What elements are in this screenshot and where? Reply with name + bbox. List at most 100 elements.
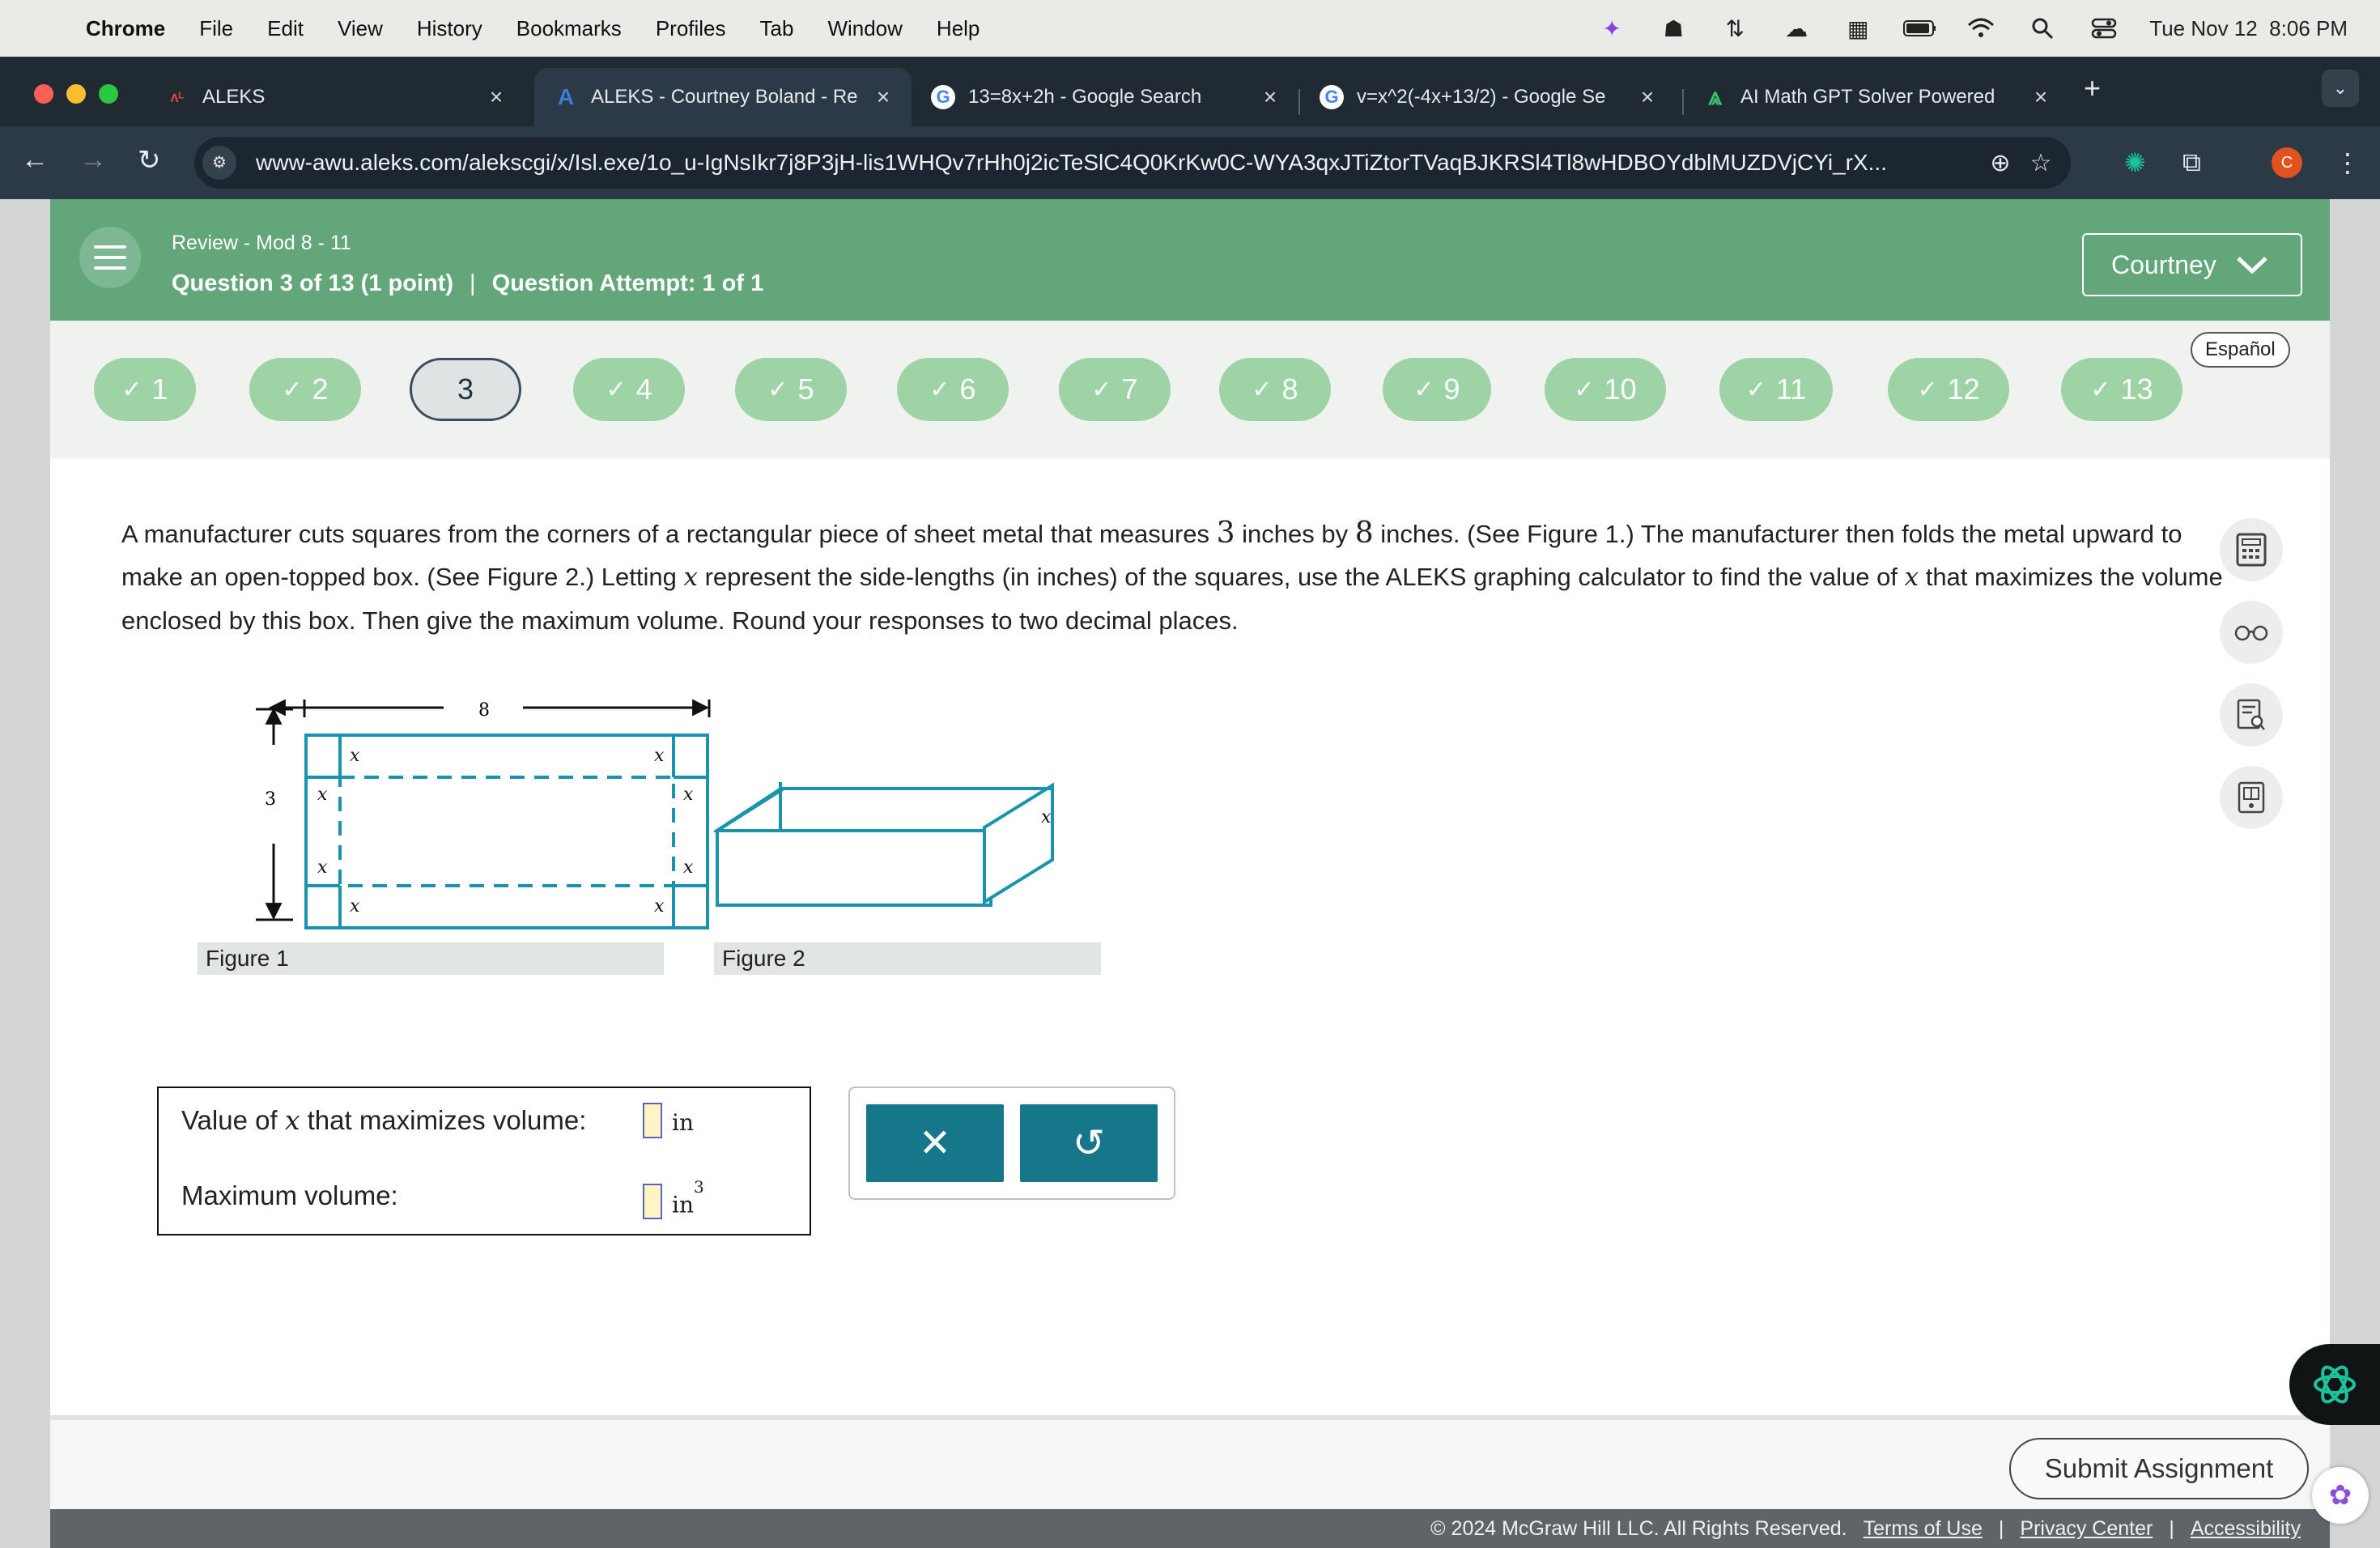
audio-tray-icon[interactable]: ▦ bbox=[1842, 15, 1874, 42]
close-icon[interactable]: × bbox=[2029, 84, 2053, 110]
tab-search-chevron-icon[interactable]: ⌄ bbox=[2322, 70, 2359, 107]
accessibility-link[interactable]: Accessibility bbox=[2191, 1517, 2301, 1541]
tab-ai-math[interactable]: ⩓ AI Math GPT Solver Powered × bbox=[1684, 68, 2069, 126]
tab-aleks-courtney[interactable]: A ALEKS - Courtney Boland - Re × bbox=[534, 68, 912, 126]
menu-window[interactable]: Window bbox=[827, 16, 902, 41]
reload-icon[interactable]: ↻ bbox=[138, 144, 161, 176]
undo-button[interactable]: ↺ bbox=[1020, 1104, 1158, 1182]
hamburger-menu-icon[interactable] bbox=[79, 227, 141, 288]
menubar-clock[interactable]: Tue Nov 12 8:06 PM bbox=[2149, 16, 2348, 41]
question-pill-6[interactable]: ✓ 6 bbox=[897, 358, 1009, 421]
question-pill-10[interactable]: ✓ 10 bbox=[1545, 358, 1666, 421]
browser-tab-strip: ᴧᴸ ALEKS × A ALEKS - Courtney Boland - R… bbox=[0, 57, 2380, 126]
zoom-icon[interactable]: ⊕ bbox=[1980, 149, 2021, 177]
calculator-icon[interactable] bbox=[2220, 518, 2283, 581]
menu-profiles[interactable]: Profiles bbox=[656, 16, 726, 41]
site-info-icon[interactable]: ⚙ bbox=[202, 146, 236, 180]
question-pill-12[interactable]: ✓ 12 bbox=[1888, 358, 2009, 421]
menu-view[interactable]: View bbox=[338, 16, 383, 41]
corner-x-label: x bbox=[654, 896, 665, 916]
new-tab-plus-icon[interactable]: + bbox=[2084, 71, 2101, 105]
forward-arrow-icon[interactable]: → bbox=[79, 144, 107, 176]
answer-panel: Value of x that maximizes volume: in Max… bbox=[157, 1087, 811, 1235]
url-text[interactable]: www-awu.aleks.com/alekscgi/x/Isl.exe/1o_… bbox=[256, 150, 1980, 176]
figure-1-diagram: 8 3 x x x x x x x x bbox=[256, 699, 711, 929]
window-close-button[interactable] bbox=[34, 84, 53, 104]
corner-x-label: x bbox=[654, 746, 665, 766]
figure-1-width-label: 8 bbox=[478, 700, 490, 721]
extensions-puzzle-icon[interactable]: ⧉ bbox=[2182, 147, 2201, 178]
notes-search-icon[interactable] bbox=[2220, 683, 2283, 746]
textbook-icon[interactable] bbox=[2220, 766, 2283, 829]
privacy-center-link[interactable]: Privacy Center bbox=[2020, 1517, 2153, 1541]
browser-toolbar: ← → ↻ ⚙ www-awu.aleks.com/alekscgi/x/Isl… bbox=[0, 126, 2380, 199]
max-volume-input[interactable] bbox=[643, 1184, 662, 1219]
menu-file[interactable]: File bbox=[199, 16, 233, 41]
tab-google-search-1[interactable]: G 13=8x+2h - Google Search × bbox=[912, 68, 1298, 126]
submit-assignment-button[interactable]: Submit Assignment bbox=[2009, 1438, 2309, 1499]
question-pill-13[interactable]: ✓ 13 bbox=[2061, 358, 2182, 421]
close-icon[interactable]: × bbox=[484, 84, 508, 110]
chatgpt-extension-icon[interactable]: ✺ bbox=[2124, 147, 2146, 178]
menu-history[interactable]: History bbox=[417, 16, 482, 41]
question-pill-3[interactable]: 3 bbox=[410, 358, 521, 421]
wifi-icon[interactable] bbox=[1965, 15, 1997, 42]
close-icon[interactable]: × bbox=[1258, 84, 1282, 110]
check-icon: ✓ bbox=[1091, 376, 1112, 403]
aleks-header: Review - Mod 8 - 11 Question 3 of 13 (1 … bbox=[50, 199, 2330, 321]
figure-1-caption: Figure 1 bbox=[198, 942, 664, 975]
kebab-menu-icon[interactable]: ⋮ bbox=[2335, 147, 2361, 178]
ai-brain-floating-icon[interactable]: ✿ bbox=[2312, 1467, 2369, 1524]
reading-glasses-icon[interactable] bbox=[2220, 601, 2283, 664]
submit-bar: Submit Assignment bbox=[50, 1415, 2330, 1509]
window-zoom-button[interactable] bbox=[99, 84, 118, 104]
window-minimize-button[interactable] bbox=[66, 84, 86, 104]
check-icon: ✓ bbox=[767, 376, 788, 403]
spotlight-search-icon[interactable] bbox=[2026, 15, 2059, 42]
back-arrow-icon[interactable]: ← bbox=[21, 144, 49, 176]
question-pill-1[interactable]: ✓ 1 bbox=[94, 358, 196, 421]
chatgpt-floating-icon[interactable] bbox=[2289, 1344, 2380, 1425]
question-pill-5[interactable]: ✓ 5 bbox=[735, 358, 847, 421]
close-icon[interactable]: × bbox=[871, 84, 895, 110]
question-pill-4[interactable]: ✓ 4 bbox=[573, 358, 685, 421]
question-pill-2[interactable]: ✓ 2 bbox=[249, 358, 361, 421]
menu-edit[interactable]: Edit bbox=[267, 16, 304, 41]
app-tray-icon[interactable]: ✦ bbox=[1596, 15, 1628, 42]
question-pill-8[interactable]: ✓ 8 bbox=[1219, 358, 1331, 421]
user-menu-button[interactable]: Courtney bbox=[2082, 233, 2302, 296]
aleks-page: Review - Mod 8 - 11 Question 3 of 13 (1 … bbox=[50, 199, 2330, 1548]
max-volume-label: Maximum volume: bbox=[181, 1180, 398, 1210]
menu-help[interactable]: Help bbox=[937, 16, 980, 41]
question-pill-7[interactable]: ✓ 7 bbox=[1059, 358, 1171, 421]
corner-x-label: x bbox=[317, 785, 328, 805]
x-value-input[interactable] bbox=[643, 1103, 662, 1138]
creative-cloud-icon[interactable]: ☁ bbox=[1780, 15, 1813, 42]
figure-1-height-label: 3 bbox=[265, 789, 276, 810]
battery-icon[interactable] bbox=[1903, 15, 1936, 42]
question-info: Question 3 of 13 (1 point) | Question At… bbox=[172, 270, 763, 297]
info-separator: | bbox=[470, 270, 476, 296]
cat-tray-icon[interactable]: ☗ bbox=[1657, 15, 1689, 42]
menu-bookmarks[interactable]: Bookmarks bbox=[516, 16, 622, 41]
user-name: Courtney bbox=[2111, 249, 2216, 279]
tab-aleks[interactable]: ᴧᴸ ALEKS × bbox=[146, 68, 525, 126]
menu-chrome[interactable]: Chrome bbox=[86, 16, 165, 41]
check-icon: ✓ bbox=[1574, 376, 1595, 403]
control-center-icon[interactable] bbox=[2088, 15, 2120, 42]
terms-of-use-link[interactable]: Terms of Use bbox=[1864, 1517, 1983, 1541]
profile-avatar[interactable]: C bbox=[2272, 147, 2302, 178]
question-pill-9[interactable]: ✓ 9 bbox=[1383, 358, 1491, 421]
menu-tab[interactable]: Tab bbox=[760, 16, 794, 41]
tab-google-search-2[interactable]: G v=x^2(-4x+13/2) - Google Se × bbox=[1300, 68, 1676, 126]
aleks-a-icon: A bbox=[557, 84, 575, 109]
aleks-logo-icon: ᴧᴸ bbox=[170, 88, 185, 105]
close-icon[interactable]: × bbox=[1635, 84, 1660, 110]
address-bar[interactable]: ⚙ www-awu.aleks.com/alekscgi/x/Isl.exe/1… bbox=[194, 137, 2071, 189]
attempt-info: Question Attempt: 1 of 1 bbox=[491, 270, 764, 296]
question-pill-11[interactable]: ✓ 11 bbox=[1719, 358, 1833, 421]
sync-tray-icon[interactable]: ⇅ bbox=[1719, 15, 1751, 42]
bookmark-star-icon[interactable]: ☆ bbox=[2021, 149, 2061, 177]
language-toggle-button[interactable]: Español bbox=[2191, 332, 2290, 368]
clear-answer-button[interactable]: ✕ bbox=[866, 1104, 1004, 1182]
